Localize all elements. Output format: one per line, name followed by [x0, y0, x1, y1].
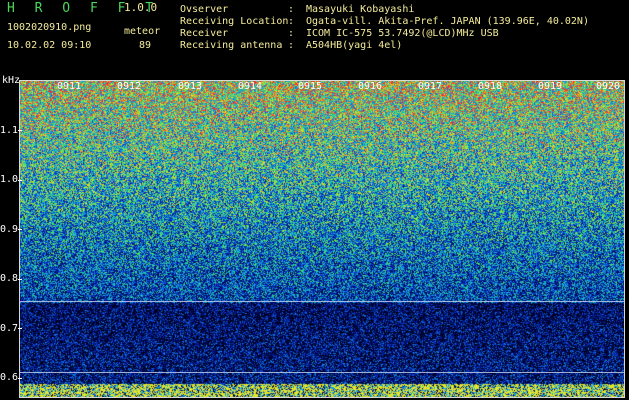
- x-tick-label: 0918: [478, 81, 503, 92]
- x-tick-label: 0920: [596, 81, 621, 92]
- receiver-label: Receiver: [180, 28, 229, 39]
- antenna-separator: :: [288, 40, 295, 51]
- image-filename: 1002020910.png: [7, 22, 92, 33]
- x-tick-label: 0916: [358, 81, 383, 92]
- meteor-count: 89: [139, 40, 152, 51]
- x-tick-label: 0915: [298, 81, 323, 92]
- y-tick-label: 0.9: [0, 224, 19, 235]
- y-tick-mark: [18, 328, 22, 329]
- y-tick-mark: [18, 130, 22, 131]
- antenna-label: Receiving antenna: [180, 40, 283, 51]
- location-label: Receiving Location: [180, 16, 289, 27]
- x-tick-label: 0913: [178, 81, 203, 92]
- x-tick-label: 0911: [57, 81, 82, 92]
- reference-line: [19, 372, 625, 373]
- x-tick-label: 0912: [117, 81, 142, 92]
- y-tick-mark: [18, 378, 22, 379]
- y-tick-label: 1.0: [0, 174, 19, 185]
- receiver-separator: :: [288, 28, 295, 39]
- y-tick-label: 0.7: [0, 323, 19, 334]
- y-tick-mark: [18, 180, 22, 181]
- y-axis-unit: kHz: [2, 75, 21, 86]
- y-tick-label: 1.1: [0, 125, 19, 136]
- y-tick-mark: [18, 229, 22, 230]
- x-tick-label: 0914: [238, 81, 263, 92]
- observer-label: Ovserver: [180, 4, 229, 15]
- spectrogram: [19, 80, 625, 398]
- location-separator: :: [288, 16, 295, 27]
- app-version: 1.0.0: [124, 1, 158, 14]
- receiver-value: ICOM IC-575 53.7492(@LCD)MHz USB: [306, 28, 499, 39]
- observer-value: Masayuki Kobayashi: [306, 4, 415, 15]
- y-tick-label: 0.6: [0, 372, 19, 383]
- x-tick-label: 0919: [538, 81, 563, 92]
- meteor-label: meteor: [124, 26, 161, 37]
- observation-datetime: 10.02.02 09:10: [7, 40, 92, 51]
- x-tick-label: 0917: [418, 81, 443, 92]
- antenna-value: A504HB(yagi 4el): [306, 40, 403, 51]
- location-value: Ogata-vill. Akita-Pref. JAPAN (139.96E, …: [306, 16, 589, 27]
- y-tick-label: 0.8: [0, 273, 19, 284]
- reference-line: [19, 301, 625, 302]
- observer-separator: :: [288, 4, 295, 15]
- y-tick-mark: [18, 279, 22, 280]
